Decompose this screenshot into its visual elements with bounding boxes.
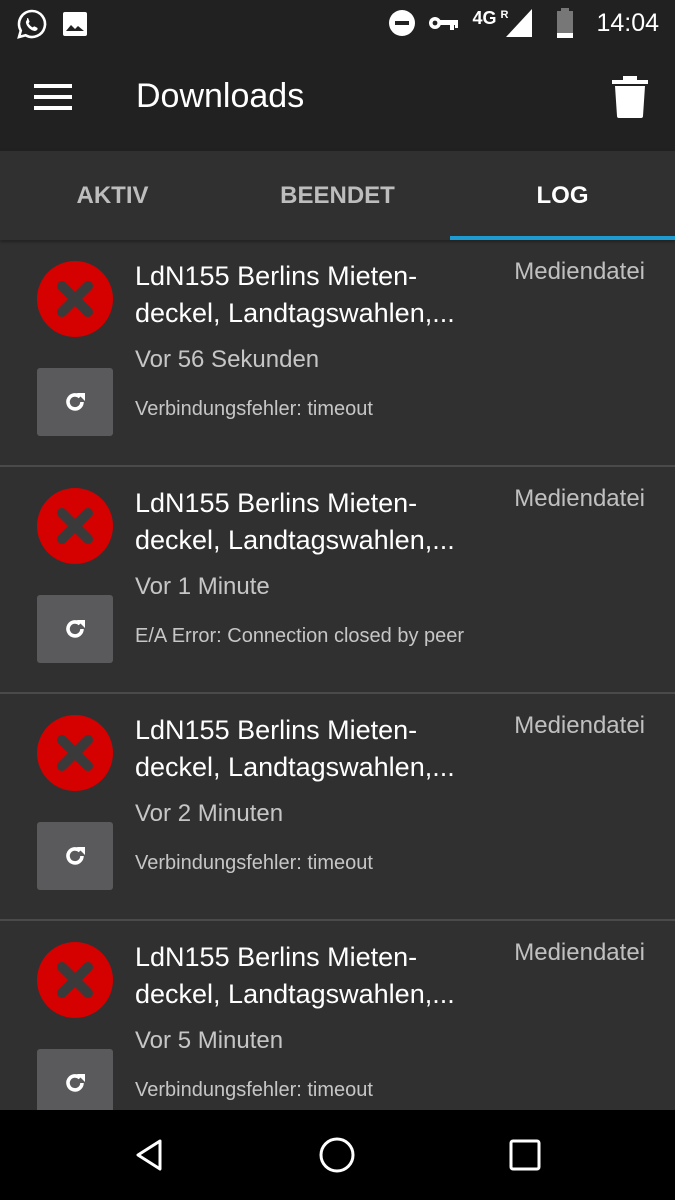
refresh-icon [66,620,85,638]
page-title: Downloads [136,77,305,115]
do-not-disturb-icon [389,10,416,36]
refresh-icon [66,1074,85,1092]
image-icon [63,12,87,36]
log-list: LdN155 Berlins Mieten- deckel, Landtagsw… [0,240,675,1110]
log-item[interactable]: LdN155 Berlins Mieten- deckel, Landtagsw… [0,240,675,467]
error-icon [37,261,113,337]
error-icon [37,488,113,564]
error-message: Verbindungsfehler: timeout [135,852,373,874]
retry-button[interactable] [37,1049,113,1110]
whatsapp-icon [17,9,47,39]
file-type: Mediendatei [514,258,645,285]
app-bar: Downloads [0,48,675,151]
roaming-indicator: R [500,9,509,21]
retry-button[interactable] [37,595,113,663]
timestamp: Vor 56 Sekunden [135,346,320,373]
navigation-bar [0,1110,675,1200]
refresh-icon [66,847,85,865]
error-message: Verbindungsfehler: timeout [135,398,373,420]
log-item[interactable]: LdN155 Berlins Mieten- deckel, Landtagsw… [0,694,675,921]
error-message: Verbindungsfehler: timeout [135,1079,373,1101]
timestamp: Vor 2 Minuten [135,800,284,827]
tab-log[interactable]: LOG [450,151,675,240]
refresh-icon [66,393,85,411]
hamburger-menu-icon[interactable] [34,84,72,114]
retry-button[interactable] [37,822,113,890]
battery-icon [557,8,574,38]
log-item[interactable]: LdN155 Berlins Mieten- deckel, Landtagsw… [0,921,675,1110]
tab-beendet[interactable]: BEENDET [225,151,450,240]
file-type: Mediendatei [514,712,645,739]
file-title: LdN155 Berlins Mieten- deckel, Landtagsw… [135,488,455,555]
tab-bar: AKTIV BEENDET LOG [0,151,675,240]
file-title: LdN155 Berlins Mieten- deckel, Landtagsw… [135,715,455,782]
signal-icon [506,9,533,37]
clock: 14:04 [596,8,659,37]
tab-aktiv[interactable]: AKTIV [0,151,225,240]
retry-button[interactable] [37,368,113,436]
file-type: Mediendatei [514,485,645,512]
back-icon[interactable] [130,1135,170,1175]
file-type: Mediendatei [514,939,645,966]
network-type: 4G [472,7,497,28]
file-title: LdN155 Berlins Mieten- deckel, Landtagsw… [135,942,455,1009]
timestamp: Vor 1 Minute [135,573,270,600]
status-bar: 4G R 14:04 [0,0,675,48]
home-icon[interactable] [317,1135,357,1175]
vpn-key-icon [429,17,459,30]
error-icon [37,715,113,791]
file-title: LdN155 Berlins Mieten- deckel, Landtagsw… [135,261,455,328]
timestamp: Vor 5 Minuten [135,1027,284,1054]
error-message: E/A Error: Connection closed by peer [135,625,465,647]
trash-icon[interactable] [612,76,648,118]
recents-icon[interactable] [505,1135,545,1175]
log-item[interactable]: LdN155 Berlins Mieten- deckel, Landtagsw… [0,467,675,694]
error-icon [37,942,113,1018]
